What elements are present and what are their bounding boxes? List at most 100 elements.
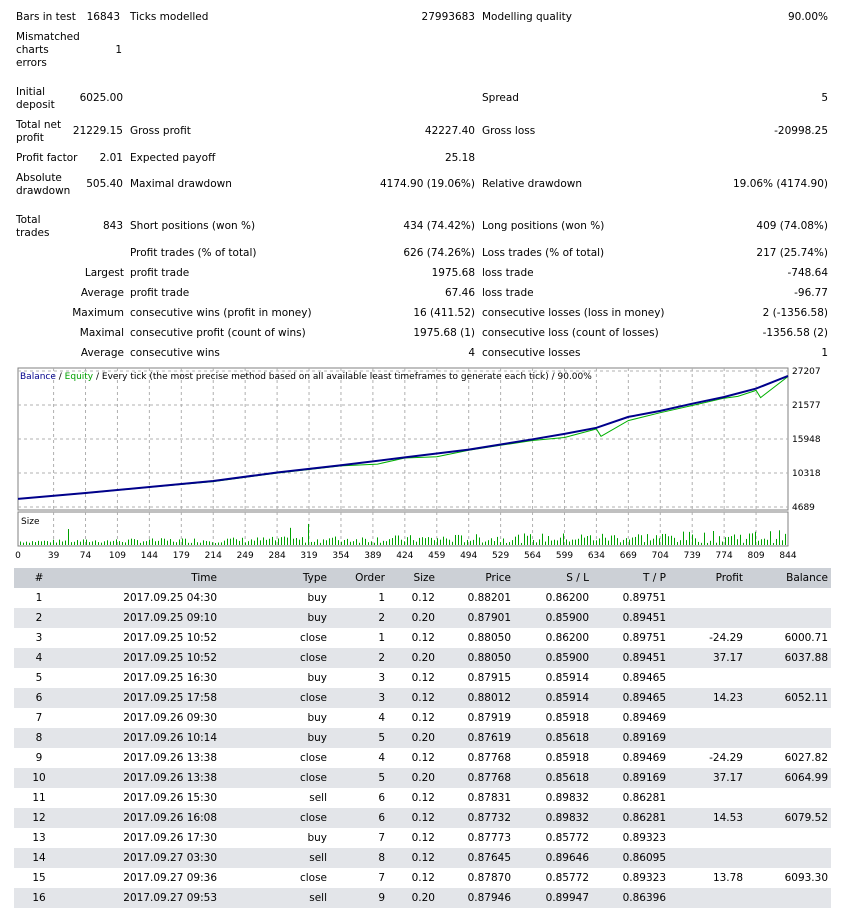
table-row[interactable]: 15 2017.09.27 09:36 close 7 0.12 0.87870 0.857… [14, 868, 831, 888]
table-cell: 7 [378, 832, 385, 844]
size-bar [149, 539, 150, 545]
size-bar [197, 542, 198, 545]
size-bar [614, 535, 615, 545]
x-tick-label: 179 [173, 551, 190, 561]
stat-row-value2: -1356.58 (2) [762, 327, 828, 339]
size-bar [488, 540, 489, 545]
size-plot-frame [17, 511, 789, 547]
long-positions-value: 409 (74.08%) [756, 220, 828, 232]
column-header[interactable]: Order [330, 568, 388, 588]
table-cell: 0.87919 [467, 712, 511, 724]
table-row[interactable]: 8 2017.09.26 10:14 buy 5 0.20 0.87619 0.85618 0… [14, 728, 831, 748]
table-cell: 37.17 [669, 648, 746, 668]
table-row[interactable]: 11 2017.09.26 15:30 sell 6 0.12 0.87831 0.8983… [14, 788, 831, 808]
table-row[interactable]: 14 2017.09.27 03:30 sell 8 0.12 0.87645 0.8964… [14, 848, 831, 868]
size-bar [683, 531, 684, 545]
table-row[interactable]: 13 2017.09.26 17:30 buy 7 0.12 0.87773 0.85772… [14, 828, 831, 848]
size-bar [503, 538, 504, 545]
table-cell: 4 [14, 648, 64, 668]
table-cell: 0.87946 [438, 888, 514, 908]
size-bar [680, 540, 681, 545]
table-cell: 2017.09.26 13:38 [123, 752, 217, 764]
table-cell [669, 668, 746, 688]
size-bar [347, 538, 348, 545]
table-cell: 0.87831 [467, 792, 511, 804]
table-cell: 0.88050 [438, 648, 514, 668]
table-row[interactable]: 7 2017.09.26 09:30 buy 4 0.12 0.87919 0.85918 0… [14, 708, 831, 728]
table-row[interactable]: 10 2017.09.26 13:38 close 5 0.20 0.87768 0.856… [14, 768, 831, 788]
size-bar [443, 536, 444, 545]
table-cell: 0.86200 [545, 632, 589, 644]
column-header[interactable]: S / L [514, 568, 592, 588]
size-bar [554, 539, 555, 545]
table-row[interactable]: 2 2017.09.25 09:10 buy 2 0.20 0.87901 0.85900 0… [14, 608, 831, 628]
table-cell: 2017.09.25 10:52 [64, 648, 220, 668]
table-row[interactable]: 6 2017.09.25 17:58 close 3 0.12 0.88012 0.8591… [14, 688, 831, 708]
table-cell: 2017.09.27 09:53 [64, 888, 220, 908]
table-cell: 0.89323 [622, 832, 666, 844]
size-bar [461, 535, 462, 545]
legend-description: / Every tick (the most precise method ba… [93, 372, 592, 382]
size-bar [290, 527, 291, 545]
table-cell: 0.89169 [592, 728, 669, 748]
table-row[interactable]: 9 2017.09.26 13:38 close 4 0.12 0.87768 0.8591… [14, 748, 831, 768]
column-header[interactable]: Type [220, 568, 330, 588]
size-bar [47, 541, 48, 545]
profit-trades-value: 626 (74.26%) [403, 247, 475, 259]
y-tick-label: 4689 [792, 503, 815, 513]
table-cell: close [299, 632, 327, 644]
table-cell: 6052.11 [746, 688, 831, 708]
column-header[interactable]: T / P [592, 568, 669, 588]
size-bar [365, 538, 366, 545]
spread-label: Spread [482, 92, 519, 104]
column-header[interactable]: Price [438, 568, 514, 588]
size-bar [407, 537, 408, 545]
stat-row-value1: 16 (411.52) [413, 307, 475, 319]
table-row[interactable]: 5 2017.09.25 16:30 buy 3 0.12 0.87915 0.85914 0… [14, 668, 831, 688]
balance-equity-chart: 27207 21577 15948 10318 4689 0 39 74 109 144 179 2… [15, 367, 821, 561]
column-header[interactable]: Time [64, 568, 220, 588]
column-header[interactable]: Balance [746, 568, 831, 588]
table-cell: 7 [378, 872, 385, 884]
size-bar [578, 538, 579, 545]
stat-row-value2: -96.77 [794, 287, 828, 299]
x-tick-label: 774 [716, 551, 733, 561]
column-header[interactable]: Profit [669, 568, 746, 588]
size-bar [131, 538, 132, 545]
table-cell: 6037.88 [746, 648, 831, 668]
size-bar [65, 540, 66, 545]
x-tick-label: 844 [779, 551, 796, 561]
table-cell: 0.89751 [622, 632, 666, 644]
size-bar [644, 542, 645, 545]
table-row[interactable]: 16 2017.09.27 09:53 sell 9 0.20 0.87946 0.8994… [14, 888, 831, 908]
size-bar [77, 540, 78, 545]
x-tick-label: 214 [205, 551, 222, 561]
size-bar [104, 541, 105, 545]
size-bar [164, 538, 165, 545]
size-bar [338, 540, 339, 545]
table-row[interactable]: 3 2017.09.25 10:52 close 1 0.12 0.88050 0.8620… [14, 628, 831, 648]
column-header[interactable]: Size [388, 568, 438, 588]
table-row[interactable]: 12 2017.09.26 16:08 close 6 0.12 0.87732 0.898… [14, 808, 831, 828]
table-cell: 5 [330, 728, 388, 748]
x-tick-label: 39 [48, 551, 60, 561]
table-cell: 0.88050 [467, 632, 511, 644]
column-header[interactable]: # [14, 568, 64, 588]
modelling-quality-label: Modelling quality [482, 11, 572, 23]
size-bar [260, 540, 261, 545]
size-bar [194, 538, 195, 545]
x-tick-label: 284 [269, 551, 286, 561]
table-cell: 0.89832 [514, 808, 592, 828]
size-bar [386, 541, 387, 545]
stat-row-prefix: Largest [84, 267, 124, 279]
table-cell: 1 [378, 592, 385, 604]
size-bar [632, 537, 633, 545]
table-cell: 0.88012 [438, 688, 514, 708]
table-row[interactable]: 4 2017.09.25 10:52 close 2 0.20 0.88050 0.8590… [14, 648, 831, 668]
mismatched-value: 1 [115, 44, 122, 56]
size-bar [467, 539, 468, 545]
size-label: Size [21, 517, 40, 527]
size-bar [458, 534, 459, 545]
table-row[interactable]: 1 2017.09.25 04:30 buy 1 0.12 0.88201 0.86200 0… [14, 588, 831, 608]
size-bar [215, 542, 216, 545]
